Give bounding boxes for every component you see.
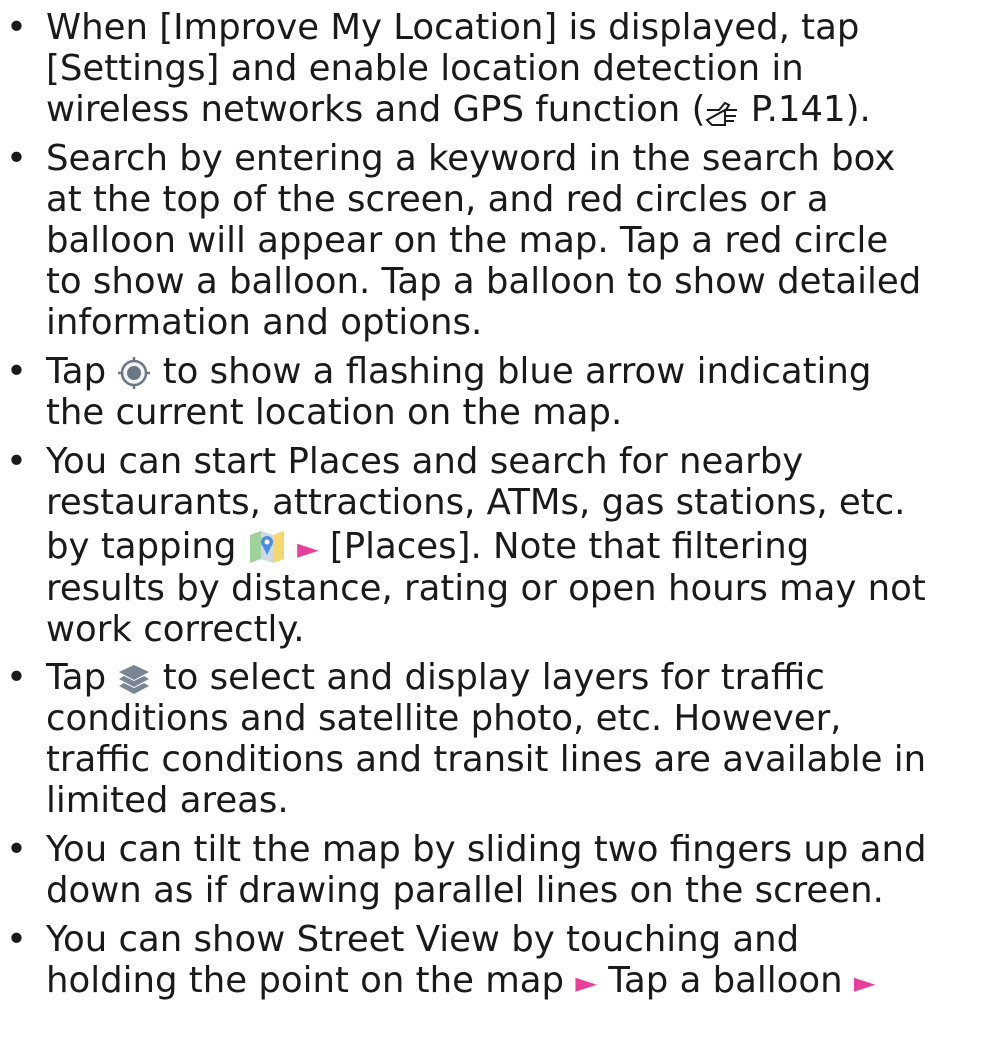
text-line: conditions and satellite photo, etc. How… xyxy=(46,698,842,739)
pointing-hand-icon xyxy=(705,97,739,137)
text-line: wireless networks and GPS function ( P.1… xyxy=(46,90,996,137)
text-line: traffic conditions and transit lines are… xyxy=(46,739,927,780)
arrow-glyph: ► xyxy=(575,966,597,999)
text-line: limited areas. xyxy=(46,780,289,821)
arrow-glyph: ► xyxy=(853,966,876,999)
text-line: Search by entering a keyword in the sear… xyxy=(46,138,896,179)
text-line: You can tilt the map by sliding two fing… xyxy=(46,829,927,870)
text-line: restaurants, attractions, ATMs, gas stat… xyxy=(46,482,906,523)
text-line: balloon will appear on the map. Tap a re… xyxy=(46,220,889,261)
text-line: down as if drawing parallel lines on the… xyxy=(46,870,884,911)
bullet: • xyxy=(6,138,27,179)
text-line: by tapping ► [Places]. Note that filteri… xyxy=(46,527,996,574)
text-line: the current location on the map. xyxy=(46,392,623,433)
text-line: When [Improve My Location] is displayed,… xyxy=(46,7,860,48)
text-line: information and options. xyxy=(46,302,483,343)
text-line: to show a balloon. Tap a balloon to show… xyxy=(46,261,922,302)
bullet: • xyxy=(6,657,27,698)
text-line: You can start Places and search for near… xyxy=(46,441,804,482)
text-line: at the top of the screen, and red circle… xyxy=(46,179,829,220)
text-line: work correctly. xyxy=(46,609,305,650)
text-line: results by distance, rating or open hour… xyxy=(46,568,926,609)
arrow-glyph: ► xyxy=(297,532,319,565)
bullet: • xyxy=(6,441,27,482)
bullet: • xyxy=(6,829,27,870)
bullet: • xyxy=(6,919,27,960)
document-page: • When [Improve My Location] is displaye… xyxy=(0,0,1000,1042)
bullet: • xyxy=(6,351,27,392)
bullet: • xyxy=(6,7,27,48)
text-line: [Settings] and enable location detection… xyxy=(46,48,804,89)
text-line: You can show Street View by touching and xyxy=(46,919,800,960)
text-line: holding the point on the map ► Tap a bal… xyxy=(46,960,876,1001)
